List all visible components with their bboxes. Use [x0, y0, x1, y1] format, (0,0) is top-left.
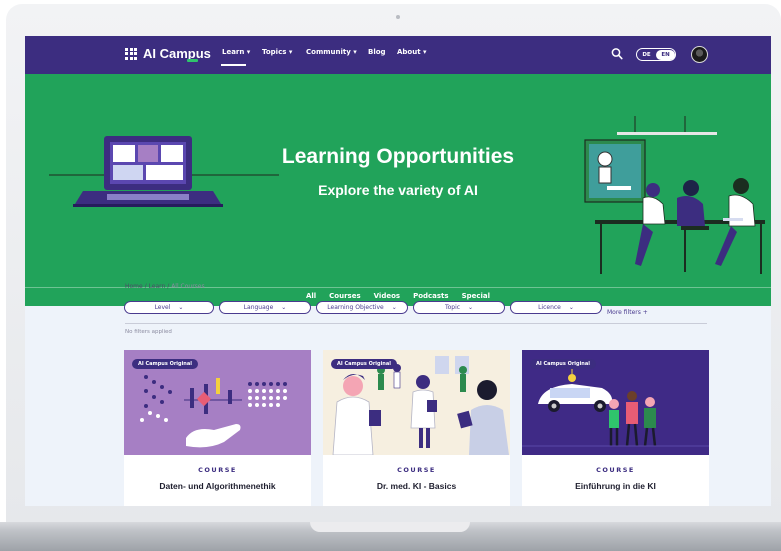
chevron-down-icon: ⌄ [391, 304, 397, 311]
filter-status: No filters applied [125, 329, 172, 335]
tab-videos[interactable]: Videos [374, 292, 400, 300]
card-title[interactable]: Daten- und Algorithmenethik [124, 481, 311, 491]
filter-divider [125, 323, 707, 324]
tab-all[interactable]: All [306, 292, 316, 300]
logo-text: AI Campus [143, 46, 211, 61]
filter-licence[interactable]: Licence ⌄ [510, 301, 602, 314]
chevron-down-icon: ⌄ [178, 304, 184, 311]
nav-blog[interactable]: Blog [368, 48, 386, 56]
tab-special[interactable]: Special [462, 292, 490, 300]
chevron-down-icon: ⌄ [468, 304, 474, 311]
original-badge: AI Campus Original [331, 359, 397, 369]
logo-badge [187, 59, 198, 62]
course-image: AI Campus Original [124, 350, 311, 455]
nav-learn[interactable]: Learn ▾ [220, 48, 250, 66]
card-title[interactable]: Dr. med. KI - Basics [323, 481, 510, 491]
tab-courses[interactable]: Courses [329, 292, 362, 305]
filter-learning-objective[interactable]: Learning Objective ⌄ [316, 301, 408, 314]
laptop-screen: AI Campus Learn ▾ Topics ▾ Community ▾ B… [25, 36, 771, 506]
original-badge: AI Campus Original [530, 359, 596, 369]
hero-banner: Learning Opportunities Explore the varie… [25, 74, 771, 306]
chevron-down-icon: ⌄ [568, 304, 574, 311]
nav-topics[interactable]: Topics ▾ [262, 48, 292, 56]
site-logo[interactable]: AI Campus [125, 46, 211, 62]
classroom-illustration [584, 116, 765, 274]
card-type: COURSE [596, 466, 635, 474]
filter-language[interactable]: Language ⌄ [219, 301, 311, 314]
course-card[interactable]: AI Campus Original COURSE Einführung in … [522, 350, 709, 506]
filter-topic[interactable]: Topic ⌄ [413, 301, 505, 314]
course-image: AI Campus Original [522, 350, 709, 455]
language-toggle[interactable]: DE EN [636, 48, 676, 61]
breadcrumb: Home / Learn / All Courses [125, 283, 205, 290]
search-icon[interactable] [611, 47, 623, 61]
lang-en[interactable]: EN [656, 49, 675, 60]
course-card[interactable]: AI Campus Original COURSE Daten- und Alg… [124, 350, 311, 506]
nav-community[interactable]: Community ▾ [306, 48, 357, 56]
hero-title: Learning Opportunities [281, 145, 515, 168]
webcam [396, 15, 400, 19]
nav-about[interactable]: About ▾ [397, 48, 427, 56]
laptop-notch [310, 522, 470, 532]
breadcrumb-current: All Courses [171, 283, 205, 290]
lang-de[interactable]: DE [637, 50, 656, 60]
original-badge: AI Campus Original [132, 359, 198, 369]
more-filters-link[interactable]: More filters + [607, 309, 648, 316]
filter-bar: Level ⌄ Language ⌄ Learning Objective ⌄ Top… [124, 301, 602, 314]
card-title[interactable]: Einführung in die KI [522, 481, 709, 491]
app-grid-icon [125, 47, 137, 60]
hero-subtitle: Explore the variety of AI [318, 182, 478, 198]
tab-podcasts[interactable]: Podcasts [413, 292, 449, 300]
breadcrumb-home[interactable]: Home [125, 283, 143, 290]
chevron-down-icon: ⌄ [281, 304, 287, 311]
filter-level[interactable]: Level ⌄ [124, 301, 214, 314]
course-card[interactable]: AI Campus Original COURSE Dr. med. KI - … [323, 350, 510, 506]
course-grid: AI Campus Original COURSE Daten- und Alg… [124, 350, 709, 506]
top-navbar: AI Campus Learn ▾ Topics ▾ Community ▾ B… [25, 36, 771, 74]
card-type: COURSE [397, 466, 436, 474]
content-tabs: All Courses Videos Podcasts Special [25, 292, 771, 305]
course-image: AI Campus Original [323, 350, 510, 455]
user-avatar[interactable] [691, 46, 708, 63]
breadcrumb-learn[interactable]: Learn [149, 283, 166, 290]
card-type: COURSE [198, 466, 237, 474]
